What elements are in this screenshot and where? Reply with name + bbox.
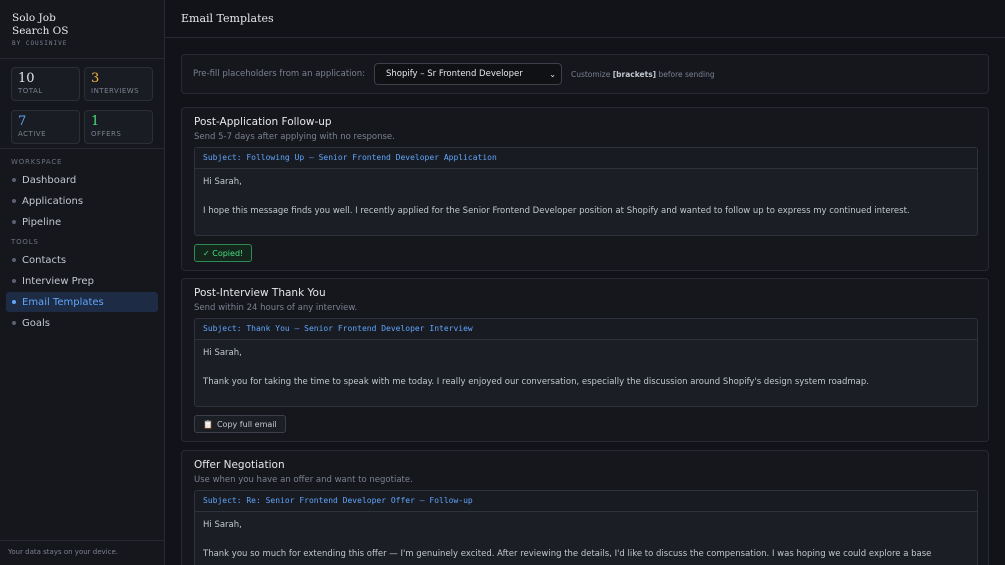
sidebar-item-label: Email Templates [22, 296, 104, 308]
email-greeting: Hi Sarah, [203, 177, 242, 187]
bullet-icon [12, 321, 16, 325]
nav-section-tools: TOOLS [11, 238, 39, 246]
email-body: Hi Sarah, I hope this message finds you … [195, 169, 977, 235]
nav-section-workspace: WORKSPACE [11, 158, 63, 166]
template-description: Send within 24 hours of any interview. [194, 303, 358, 313]
stat-offers: 1 OFFERS [84, 109, 153, 144]
stat-total-value: 10 [18, 71, 35, 86]
sidebar-item-dashboard[interactable]: Dashboard [6, 170, 158, 190]
clipboard-icon: 📋 [203, 419, 213, 429]
copy-button-label: Copy full email [216, 419, 277, 429]
copy-button-label: ✓ Copied! [203, 248, 244, 258]
stats-grid: 10 TOTAL 3 INTERVIEWS 7 ACTIVE 1 OFFERS [0, 59, 164, 149]
bullet-icon [12, 178, 16, 182]
chevron-down-icon: ⌄ [549, 69, 556, 79]
bullet-icon [12, 199, 16, 203]
sidebar-item-email-templates[interactable]: Email Templates [6, 292, 158, 312]
application-select[interactable]: Shopify – Sr Frontend Developer ⌄ [373, 63, 562, 85]
sidebar-item-label: Goals [22, 317, 50, 329]
stat-offers-label: OFFERS [91, 129, 122, 138]
email-body: Hi Sarah, Thank you so much for extendin… [195, 512, 977, 565]
sidebar-item-applications[interactable]: Applications [6, 191, 158, 211]
email-subject: Subject: Re: Senior Frontend Developer O… [195, 491, 977, 512]
bullet-icon [12, 258, 16, 262]
brand-subtitle: BY COUSINIVE [12, 40, 68, 47]
stat-interviews-label: INTERVIEWS [91, 87, 140, 95]
brand-title-line1: Solo Job [12, 12, 56, 24]
email-greeting: Hi Sarah, [203, 520, 242, 530]
email-paragraph: I hope this message finds you well. I re… [203, 206, 910, 216]
stat-interviews: 3 INTERVIEWS [84, 67, 153, 101]
email-body: Hi Sarah, Thank you for taking the time … [195, 340, 977, 406]
stat-total-label: TOTAL [18, 87, 43, 95]
sidebar-item-interview-prep[interactable]: Interview Prep [6, 271, 158, 291]
template-title: Offer Negotiation [194, 459, 285, 471]
email-paragraph: Thank you so much for extending this off… [203, 549, 932, 559]
bullet-icon [12, 279, 16, 283]
sidebar: Solo Job Search OS BY COUSINIVE 10 TOTAL… [0, 0, 165, 565]
email-paragraph: Thank you for taking the time to speak w… [203, 377, 869, 387]
prefill-label: Pre-fill placeholders from an applicatio… [193, 69, 365, 79]
stat-active-value: 7 [18, 113, 27, 129]
stat-active-label: ACTIVE [18, 129, 47, 138]
brand-title-line2: Search OS [12, 25, 69, 37]
application-select-value: Shopify – Sr Frontend Developer [385, 69, 523, 79]
page-title: Email Templates [165, 0, 1005, 38]
sidebar-item-pipeline[interactable]: Pipeline [6, 212, 158, 232]
stat-total: 10 TOTAL [11, 67, 80, 101]
brand: Solo Job Search OS BY COUSINIVE [0, 0, 164, 59]
bullet-icon [12, 220, 16, 224]
template-description: Use when you have an offer and want to n… [194, 475, 413, 485]
template-description: Send 5-7 days after applying with no res… [194, 132, 395, 142]
stat-offers-value: 1 [91, 113, 100, 129]
email-preview: Subject: Thank You – Senior Frontend Dev… [194, 318, 978, 407]
template-card-thank-you: Post-Interview Thank You Send within 24 … [181, 278, 989, 442]
template-card-offer-negotiation: Offer Negotiation Use when you have an o… [181, 450, 989, 565]
template-title: Post-Interview Thank You [194, 287, 326, 299]
bullet-icon [12, 300, 16, 304]
email-subject: Subject: Thank You – Senior Frontend Dev… [195, 319, 977, 340]
email-greeting: Hi Sarah, [203, 348, 242, 358]
copy-email-button[interactable]: ✓ Copied! [194, 244, 253, 262]
sidebar-item-label: Contacts [22, 254, 67, 266]
copy-email-button[interactable]: 📋 Copy full email [194, 415, 286, 433]
email-preview: Subject: Re: Senior Frontend Developer O… [194, 490, 978, 565]
email-subject: Subject: Following Up – Senior Frontend … [195, 148, 977, 169]
template-card-follow-up: Post-Application Follow-up Send 5-7 days… [181, 107, 989, 271]
sidebar-item-label: Interview Prep [22, 275, 94, 287]
prefill-hint: Customize [brackets] before sending [571, 70, 715, 79]
hint-bold: [brackets] [612, 69, 657, 79]
sidebar-item-label: Pipeline [22, 216, 62, 228]
email-preview: Subject: Following Up – Senior Frontend … [194, 147, 978, 236]
sidebar-item-label: Applications [22, 195, 84, 207]
sidebar-item-contacts[interactable]: Contacts [6, 250, 158, 270]
hint-suffix: before sending [658, 69, 715, 79]
stat-interviews-value: 3 [91, 71, 100, 86]
sidebar-footer: Your data stays on your device. [0, 540, 164, 565]
template-title: Post-Application Follow-up [194, 116, 332, 128]
sidebar-item-label: Dashboard [22, 174, 77, 186]
stat-active: 7 ACTIVE [11, 109, 80, 144]
main-content: Email Templates Pre-fill placeholders fr… [165, 0, 1005, 565]
hint-prefix: Customize [570, 69, 611, 79]
sidebar-item-goals[interactable]: Goals [6, 313, 158, 333]
prefill-bar: Pre-fill placeholders from an applicatio… [181, 54, 989, 94]
